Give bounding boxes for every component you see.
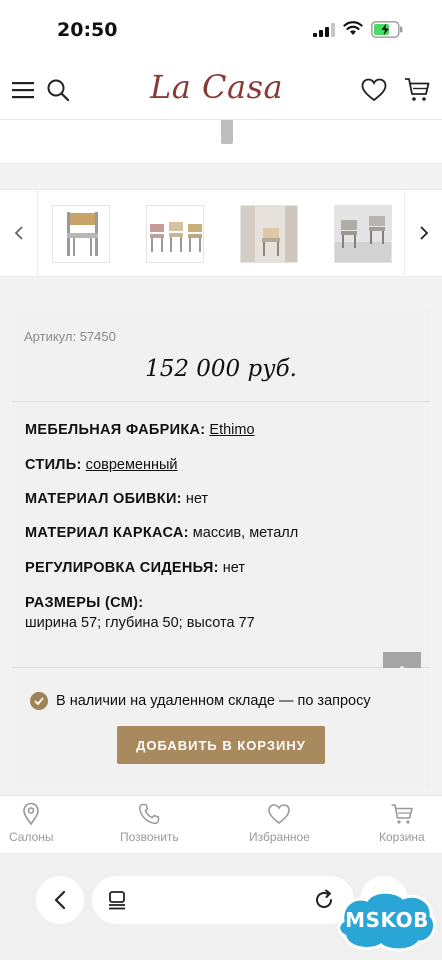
product-price: 152 000 руб.	[145, 356, 297, 382]
gallery-thumb-4[interactable]	[334, 205, 392, 263]
wifi-icon	[343, 21, 363, 35]
chevron-left-icon	[54, 890, 66, 910]
gallery-thumb-3[interactable]	[240, 205, 298, 263]
status-bar: 20:50	[0, 0, 442, 60]
reload-icon[interactable]	[313, 889, 335, 911]
spec-size: РАЗМЕРЫ (СМ):	[25, 595, 143, 611]
spec-frame-value: массив, металл	[192, 525, 299, 541]
stock-area: В наличии на удаленном складе — по запро…	[12, 668, 430, 790]
nav-call[interactable]: Позвонить	[120, 802, 179, 852]
spec-factory: МЕБЕЛЬНАЯ ФАБРИКА: Ethimo	[25, 422, 255, 438]
spec-upholstery-label: МАТЕРИАЛ ОБИВКИ:	[25, 491, 182, 507]
browser-back-button[interactable]	[36, 876, 84, 924]
spec-style: СТИЛЬ: современный	[25, 457, 178, 473]
spec-seat-label: РЕГУЛИРОВКА СИДЕНЬЯ:	[25, 560, 219, 576]
article-number: Артикул: 57450	[24, 329, 116, 344]
nav-cart-label: Корзина	[379, 830, 425, 844]
watermark-text: MSKOB	[345, 908, 429, 932]
spec-upholstery-value: нет	[185, 491, 209, 507]
tabs-icon[interactable]	[108, 890, 126, 910]
product-specs: МЕБЕЛЬНАЯ ФАБРИКА: Ethimo СТИЛЬ: совреме…	[12, 402, 430, 668]
spec-seat: РЕГУЛИРОВКА СИДЕНЬЯ: нет	[25, 560, 245, 576]
check-icon	[30, 692, 48, 710]
watermark-badge: MSKOB	[333, 888, 441, 954]
nav-call-label: Позвонить	[120, 830, 179, 844]
price-card: Артикул: 57450 152 000 руб.	[12, 310, 430, 402]
product-image	[221, 120, 233, 144]
nav-salons-label: Салоны	[9, 830, 54, 844]
nav-salons[interactable]: Салоны	[9, 802, 54, 852]
site-header: La Casa	[0, 60, 442, 120]
search-icon[interactable]	[46, 78, 70, 102]
gallery-thumb-2[interactable]	[146, 205, 204, 263]
spec-factory-label: МЕБЕЛЬНАЯ ФАБРИКА:	[25, 422, 206, 438]
add-to-cart-button[interactable]: ДОБАВИТЬ В КОРЗИНУ	[117, 726, 325, 764]
spec-upholstery: МАТЕРИАЛ ОБИВКИ: нет	[25, 491, 208, 507]
nav-favorites-label: Избранное	[249, 830, 310, 844]
spec-style-label: СТИЛЬ:	[25, 457, 82, 473]
heart-icon	[268, 804, 291, 825]
phone-icon	[139, 803, 160, 825]
gallery-thumb-1[interactable]	[52, 205, 110, 263]
chevron-right-icon	[419, 226, 428, 240]
stock-status: В наличии на удаленном складе — по запро…	[56, 693, 371, 709]
signal-icon	[313, 23, 335, 37]
chevron-left-icon	[14, 226, 23, 240]
location-pin-icon	[23, 802, 40, 826]
factory-link[interactable]: Ethimo	[209, 422, 254, 438]
spec-seat-value: нет	[222, 560, 245, 576]
heart-icon[interactable]	[361, 78, 387, 102]
bottom-nav: Салоны Позвонить Избранное Корзина	[0, 795, 442, 853]
spec-size-label: РАЗМЕРЫ (СМ):	[25, 595, 144, 611]
nav-cart[interactable]: Корзина	[379, 802, 425, 852]
product-image-area[interactable]	[0, 120, 442, 164]
site-logo[interactable]: La Casa	[150, 68, 283, 106]
spec-frame: МАТЕРИАЛ КАРКАСА: массив, металл	[25, 525, 298, 541]
style-link[interactable]: современный	[86, 457, 178, 473]
spec-size-value: ширина 57; глубина 50; высота 77	[25, 615, 255, 631]
battery-icon	[371, 21, 403, 38]
status-time: 20:50	[57, 19, 118, 41]
nav-favorites[interactable]: Избранное	[249, 802, 310, 852]
cart-icon	[391, 804, 413, 824]
menu-icon[interactable]	[12, 80, 34, 100]
thumbnail-gallery	[0, 189, 442, 277]
gallery-prev-button[interactable]	[0, 190, 38, 276]
spec-frame-label: МАТЕРИАЛ КАРКАСА:	[25, 525, 189, 541]
gallery-next-button[interactable]	[404, 190, 442, 276]
browser-address-pill[interactable]	[92, 876, 354, 924]
cart-icon[interactable]	[404, 77, 430, 103]
